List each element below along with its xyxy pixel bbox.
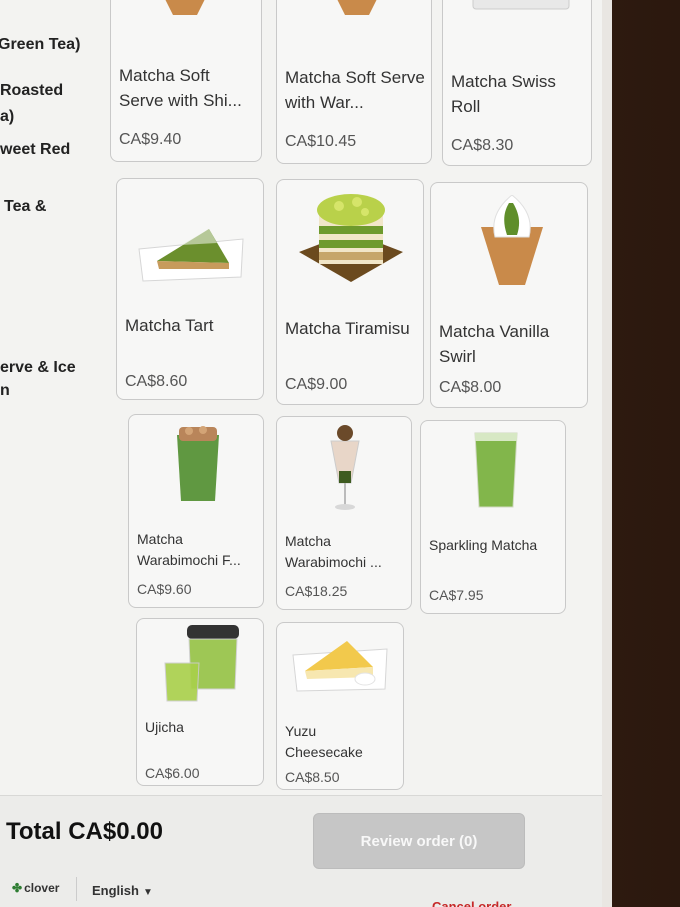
item-name: Matcha Soft Serve with Shi...	[119, 66, 242, 110]
sidebar-item-roasted-cont[interactable]: a)	[0, 106, 14, 128]
item-name: Matcha Warabimochi F...	[137, 531, 241, 568]
sidebar-item-green-tea[interactable]: Green Tea)	[0, 34, 80, 56]
item-name: Matcha Swiss Roll	[451, 72, 556, 116]
warabimochi-parfait-image	[330, 425, 360, 510]
item-price: CA$9.60	[137, 581, 192, 597]
language-selector[interactable]: English ▼	[92, 883, 153, 898]
item-name: Sparkling Matcha	[429, 537, 538, 553]
item-name: Matcha Tiramisu	[285, 319, 410, 338]
item-price: CA$9.00	[285, 376, 348, 393]
item-name: Matcha Soft Serve with War...	[285, 68, 425, 112]
chevron-down-icon: ▼	[142, 887, 153, 898]
yuzu-cheesecake-image	[292, 641, 388, 692]
warabimochi-float-image	[177, 426, 219, 501]
cancel-order-link[interactable]: Cancel order	[432, 899, 511, 907]
matcha-tart-image	[138, 229, 244, 282]
item-price: CA$8.00	[439, 379, 502, 396]
language-label: English	[92, 883, 139, 898]
menu-item-card[interactable]: Ujicha CA$6.00	[136, 618, 264, 786]
divider	[76, 877, 77, 901]
clover-leaf-icon: ✤	[12, 881, 23, 895]
item-name: Matcha Warabimochi ...	[285, 533, 382, 570]
menu-item-card[interactable]: Sparkling Matcha CA$7.95	[420, 420, 566, 614]
item-price: CA$6.00	[145, 765, 200, 781]
sidebar-item-soft-serve-cont[interactable]: n	[0, 380, 10, 402]
sidebar-item-sweet-red[interactable]: weet Red	[0, 139, 70, 161]
swiss-roll-plate-image	[472, 0, 570, 10]
menu-item-card[interactable]: Matcha Tiramisu CA$9.00	[276, 179, 424, 405]
item-price: CA$8.60	[125, 373, 188, 390]
item-name: Ujicha	[145, 719, 184, 735]
menu-item-card[interactable]: Matcha Warabimochi F... CA$9.60	[128, 414, 264, 608]
bottom-bar: ✤ clover English ▼ Cancel order	[0, 875, 602, 907]
item-price: CA$18.25	[285, 583, 348, 599]
menu-item-card[interactable]: Matcha Swiss Roll CA$8.30	[442, 0, 592, 166]
item-name: Matcha Tart	[125, 316, 214, 335]
item-price: CA$9.40	[119, 131, 182, 148]
soft-serve-cone-image	[337, 0, 377, 15]
ujicha-tea-image	[164, 625, 239, 702]
order-total: Total CA$0.00	[6, 818, 163, 845]
kiosk-screen: Green Tea) Roasted a) weet Red Tea & erv…	[0, 0, 612, 907]
item-name: Yuzu Cheesecake	[285, 723, 363, 760]
sparkling-matcha-image	[474, 432, 518, 508]
menu-item-card[interactable]: Matcha Warabimochi ... CA$18.25	[276, 416, 412, 610]
clover-logo: ✤ clover	[12, 881, 59, 895]
menu-item-card[interactable]: Matcha Soft Serve with Shi... CA$9.40	[110, 0, 262, 162]
item-price: CA$10.45	[285, 133, 357, 150]
menu-item-card[interactable]: Yuzu Cheesecake CA$8.50	[276, 622, 404, 790]
vanilla-swirl-cone-image	[481, 195, 543, 285]
soft-serve-cone-image	[165, 0, 205, 15]
review-order-button[interactable]: Review order (0)	[313, 813, 525, 869]
item-price: CA$8.50	[285, 769, 340, 785]
sidebar-item-soft-serve[interactable]: erve & Ice	[0, 357, 76, 379]
sidebar-item-tea[interactable]: Tea &	[4, 196, 46, 218]
menu-item-card[interactable]: Matcha Tart CA$8.60	[116, 178, 264, 400]
menu-item-card[interactable]: Matcha Soft Serve with War... CA$10.45	[276, 0, 432, 164]
item-price: CA$8.30	[451, 137, 514, 154]
item-price: CA$7.95	[429, 587, 484, 603]
sidebar-item-roasted[interactable]: Roasted	[0, 80, 63, 102]
matcha-tiramisu-image	[299, 194, 403, 282]
clover-brand-text: clover	[24, 881, 60, 895]
category-sidebar: Green Tea) Roasted a) weet Red Tea & erv…	[0, 0, 110, 790]
menu-item-card[interactable]: Matcha Vanilla Swirl CA$8.00	[430, 182, 588, 408]
item-name: Matcha Vanilla Swirl	[439, 322, 550, 366]
